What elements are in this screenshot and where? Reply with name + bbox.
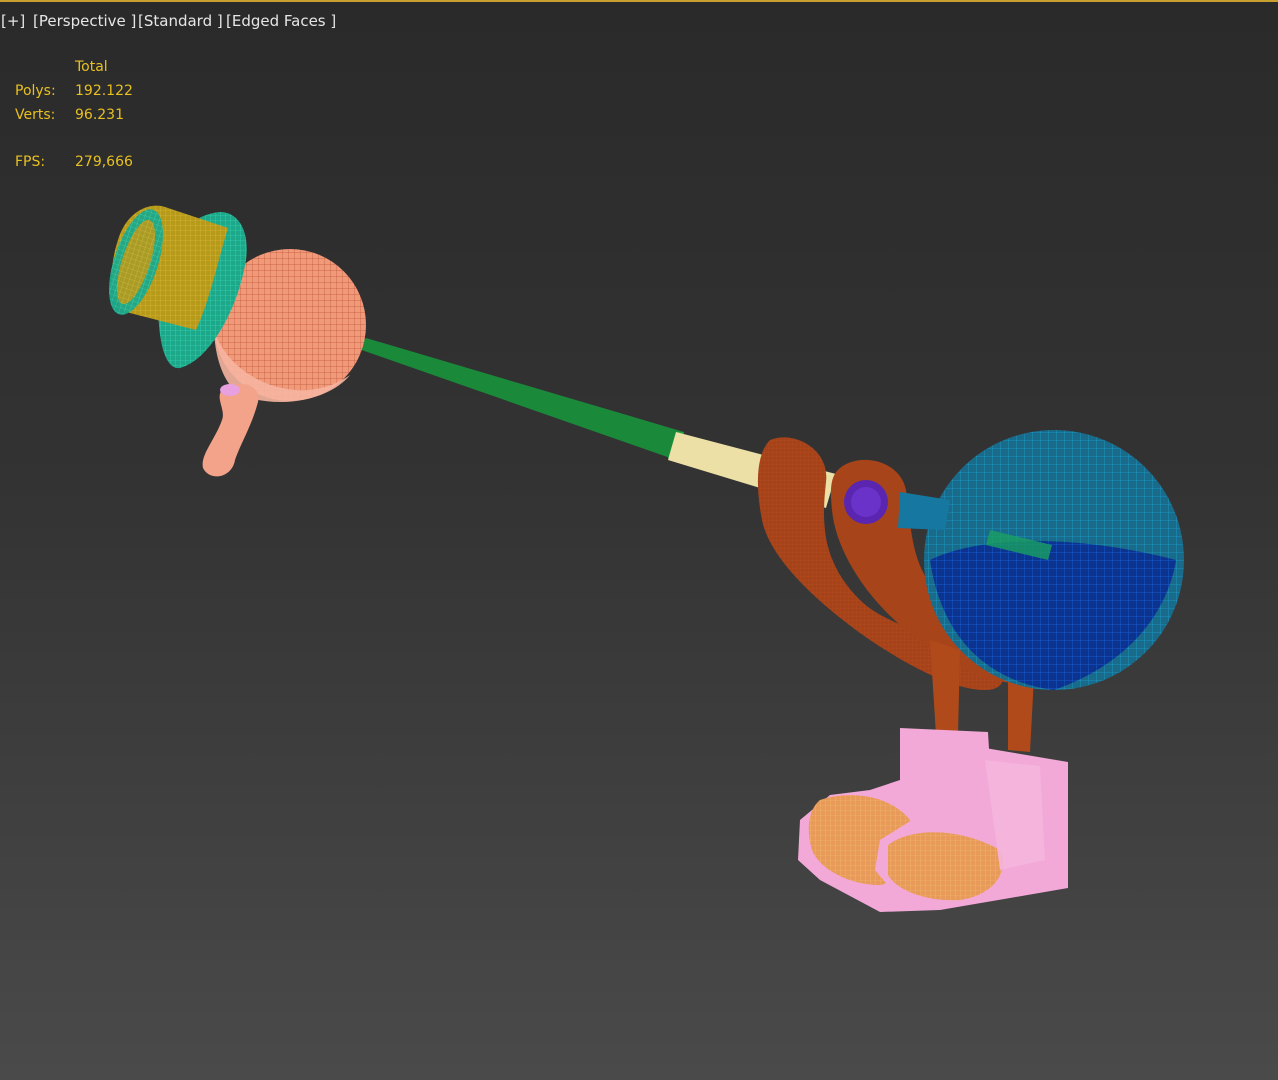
scene-canvas[interactable] — [0, 0, 1278, 1080]
perspective-viewport[interactable]: [+] [Perspective ] [Standard ] [Edged Fa… — [0, 0, 1278, 1080]
nose-icon — [202, 383, 259, 477]
eye-icon — [844, 480, 888, 524]
boots-icon — [798, 728, 1068, 912]
